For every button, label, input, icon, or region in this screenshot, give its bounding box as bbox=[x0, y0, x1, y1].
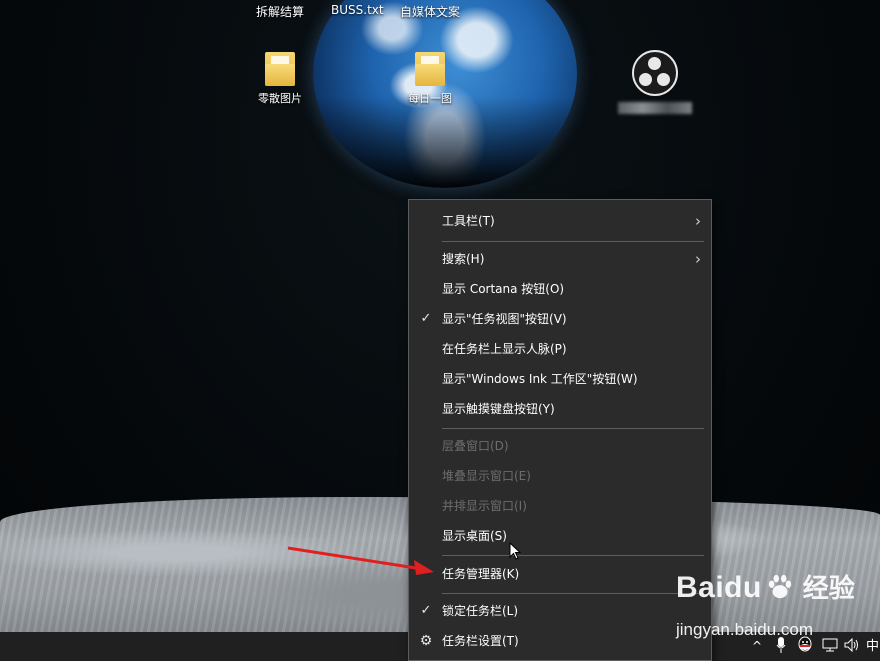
watermark-url: jingyan.baidu.com bbox=[676, 620, 814, 639]
menu-item-label: 锁定任务栏(L) bbox=[442, 604, 519, 618]
volume-icon[interactable] bbox=[844, 632, 860, 661]
watermark-brand: Baidu bbox=[676, 571, 762, 604]
menu-item-show-task-view[interactable]: ✓ 显示"任务视图"按钮(V) bbox=[409, 304, 711, 334]
baidu-watermark: Baidu 经验 bbox=[676, 568, 855, 605]
menu-item-label: 显示桌面(S) bbox=[442, 529, 507, 543]
menu-item-cascade-windows: 层叠窗口(D) bbox=[409, 431, 711, 461]
checkmark-icon: ✓ bbox=[420, 603, 432, 618]
desktop-item-label-2[interactable]: BUSS.txt bbox=[331, 3, 384, 17]
menu-item-label: 任务管理器(K) bbox=[442, 567, 520, 581]
menu-item-label: 显示触摸键盘按钮(Y) bbox=[442, 402, 555, 416]
red-arrow-annotation bbox=[287, 546, 434, 575]
menu-item-taskbar-settings[interactable]: ⚙ 任务栏设置(T) bbox=[409, 626, 711, 656]
desktop-icon-folder-1[interactable]: 零散图片 bbox=[242, 52, 318, 106]
blurred-icon-label bbox=[618, 102, 692, 114]
menu-item-search[interactable]: 搜索(H) › bbox=[409, 244, 711, 274]
menu-separator bbox=[442, 555, 704, 556]
desktop-item-label-3[interactable]: 自媒体文案 bbox=[400, 3, 460, 20]
network-icon[interactable] bbox=[822, 632, 838, 661]
menu-item-show-cortana[interactable]: 显示 Cortana 按钮(O) bbox=[409, 274, 711, 304]
gear-icon: ⚙ bbox=[419, 633, 433, 649]
desktop-icon-obs[interactable] bbox=[617, 50, 693, 114]
menu-item-label: 并排显示窗口(I) bbox=[442, 499, 527, 513]
chevron-right-icon: › bbox=[695, 250, 701, 268]
menu-item-stack-windows: 堆叠显示窗口(E) bbox=[409, 461, 711, 491]
menu-item-show-windows-ink[interactable]: 显示"Windows Ink 工作区"按钮(W) bbox=[409, 364, 711, 394]
folder-icon bbox=[265, 52, 295, 86]
menu-separator bbox=[442, 428, 704, 429]
menu-item-toolbars[interactable]: 工具栏(T) › bbox=[409, 206, 711, 236]
chevron-right-icon: › bbox=[695, 212, 701, 230]
menu-separator bbox=[442, 241, 704, 242]
menu-item-label: 工具栏(T) bbox=[442, 214, 495, 228]
menu-item-label: 显示"任务视图"按钮(V) bbox=[442, 312, 567, 326]
menu-item-side-by-side-windows: 并排显示窗口(I) bbox=[409, 491, 711, 521]
menu-item-label: 任务栏设置(T) bbox=[442, 634, 519, 648]
desktop-icon-folder-2[interactable]: 每日一图 bbox=[392, 52, 468, 106]
menu-item-label: 显示 Cortana 按钮(O) bbox=[442, 282, 565, 296]
baidu-paw-icon bbox=[769, 574, 792, 599]
mouse-cursor-icon bbox=[509, 542, 522, 560]
menu-item-task-manager[interactable]: 任务管理器(K) bbox=[409, 559, 711, 589]
desktop-item-label-1[interactable]: 拆解结算 bbox=[256, 3, 304, 20]
ime-indicator[interactable]: 中 bbox=[866, 632, 879, 661]
menu-item-show-desktop[interactable]: 显示桌面(S) bbox=[409, 521, 711, 551]
menu-item-label: 层叠窗口(D) bbox=[442, 439, 509, 453]
menu-item-label: 堆叠显示窗口(E) bbox=[442, 469, 531, 483]
menu-item-show-touch-keyboard[interactable]: 显示触摸键盘按钮(Y) bbox=[409, 394, 711, 424]
menu-item-show-people[interactable]: 在任务栏上显示人脉(P) bbox=[409, 334, 711, 364]
menu-separator bbox=[442, 593, 704, 594]
taskbar-context-menu: 工具栏(T) › 搜索(H) › 显示 Cortana 按钮(O) ✓ 显示"任… bbox=[408, 199, 712, 661]
desktop-icon-label: 每日一图 bbox=[408, 92, 452, 105]
menu-item-label: 搜索(H) bbox=[442, 252, 485, 266]
menu-item-lock-taskbar[interactable]: ✓ 锁定任务栏(L) bbox=[409, 596, 711, 626]
desktop-icon-label: 零散图片 bbox=[258, 92, 302, 105]
menu-item-label: 显示"Windows Ink 工作区"按钮(W) bbox=[442, 372, 638, 386]
folder-icon bbox=[415, 52, 445, 86]
checkmark-icon: ✓ bbox=[420, 311, 432, 326]
obs-studio-icon bbox=[632, 50, 678, 96]
menu-item-label: 在任务栏上显示人脉(P) bbox=[442, 342, 567, 356]
watermark-brand-cn: 经验 bbox=[802, 574, 855, 604]
